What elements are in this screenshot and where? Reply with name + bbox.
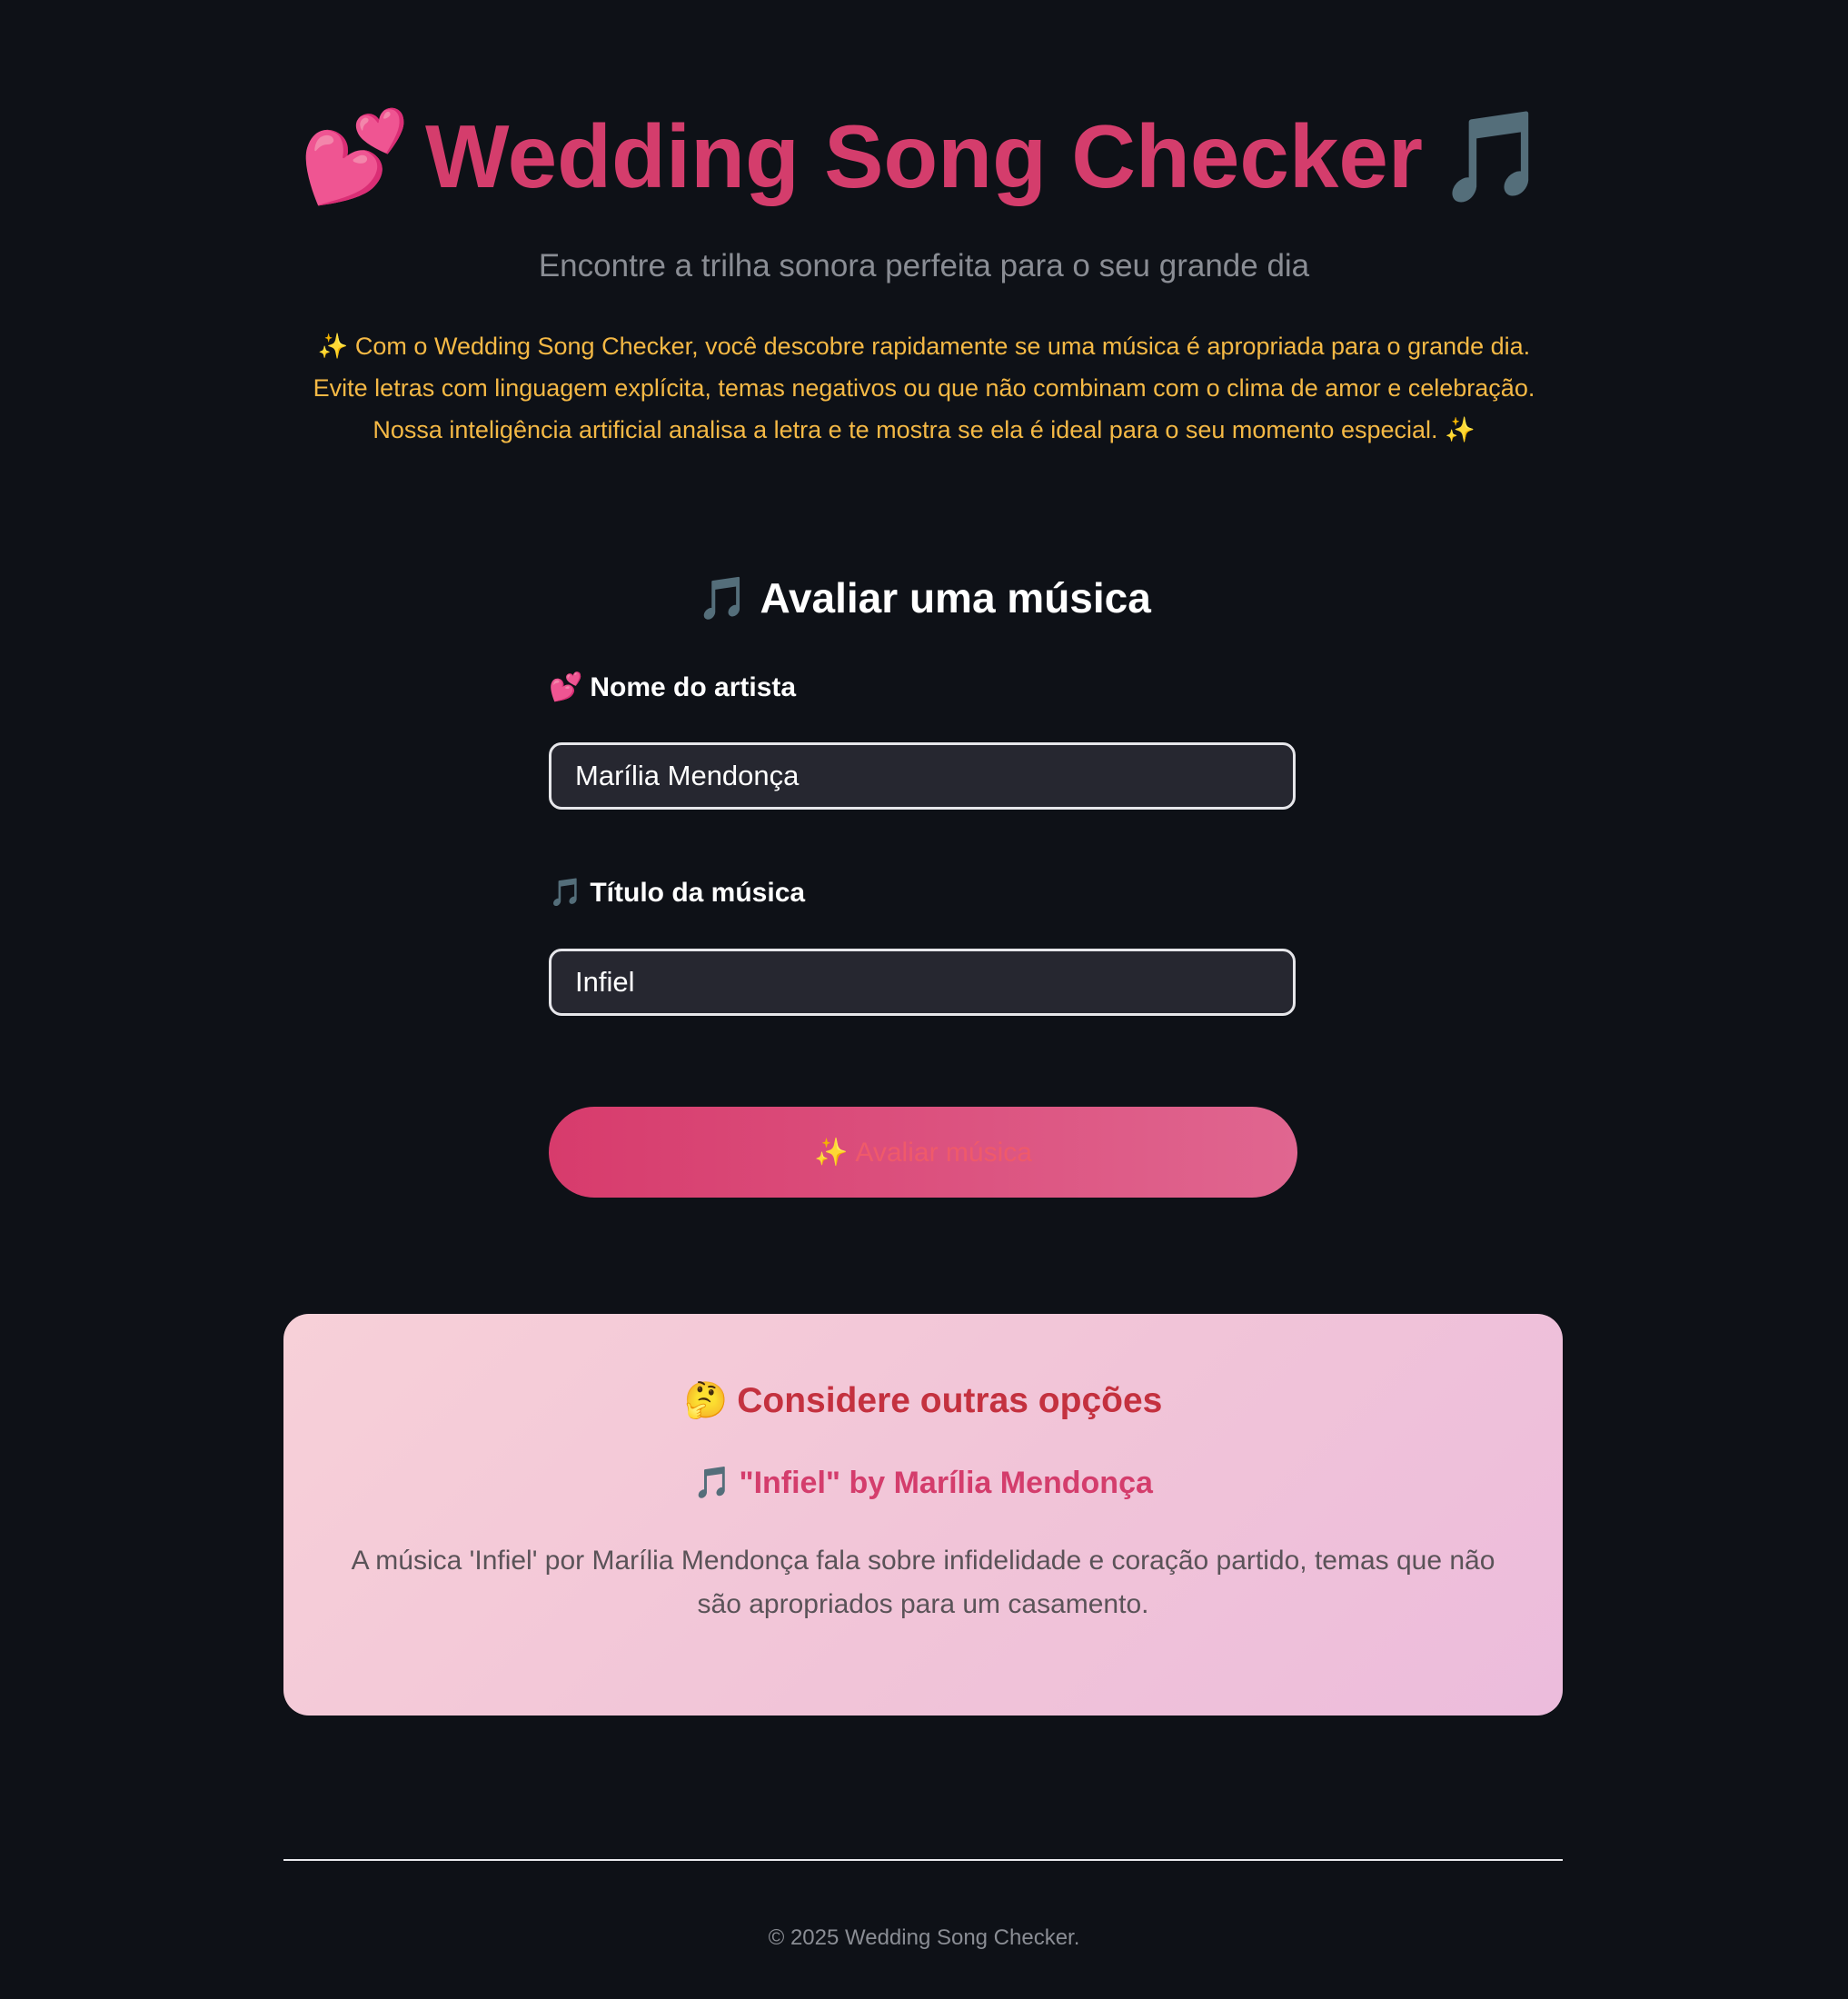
song-title-label-text: Título da música xyxy=(590,878,806,908)
artist-name-input[interactable] xyxy=(549,742,1296,810)
form-heading-text: Avaliar uma música xyxy=(760,574,1151,622)
song-title-input[interactable] xyxy=(549,949,1296,1016)
evaluate-song-button[interactable]: ✨ Avaliar música xyxy=(549,1107,1297,1198)
result-card: 🤔 Considere outras opções 🎵 "Infiel" by Ma… xyxy=(283,1314,1563,1716)
intro-line-3: Nossa inteligência artificial analisa a … xyxy=(373,416,1475,443)
intro-text: ✨ Com o Wedding Song Checker, você desco… xyxy=(273,325,1575,451)
song-title-label: 🎵 Título da música xyxy=(549,875,805,911)
result-song-text: "Infiel" by Marília Mendonça xyxy=(739,1466,1153,1500)
result-title-text: Considere outras opções xyxy=(737,1381,1163,1420)
app-page: 💕 Wedding Song Checker 🎵 Encontre a trilha… xyxy=(0,0,1848,1999)
page-title: 💕 Wedding Song Checker 🎵 xyxy=(0,102,1848,211)
two-hearts-icon: 💕 xyxy=(549,672,583,702)
two-hearts-icon: 💕 xyxy=(299,106,411,206)
footer-divider xyxy=(283,1859,1563,1861)
sparkles-icon: ✨ xyxy=(814,1137,849,1168)
artist-name-label: 💕 Nome do artista xyxy=(549,670,796,706)
music-notes-icon: 🎵 xyxy=(697,574,750,622)
page-subtitle: Encontre a trilha sonora perfeita para o… xyxy=(538,248,1310,283)
thinking-face-icon: 🤔 xyxy=(683,1381,729,1420)
footer-text: © 2025 Wedding Song Checker. xyxy=(768,1925,1080,1950)
artist-name-label-text: Nome do artista xyxy=(590,672,797,702)
result-description: A música 'Infiel' por Marília Mendonça f… xyxy=(351,1546,1495,1619)
page-title-text: Wedding Song Checker xyxy=(424,106,1424,206)
music-notes-icon: 🎵 xyxy=(1437,106,1549,206)
form-heading: 🎵 Avaliar uma música xyxy=(0,571,1848,625)
music-note-icon: 🎵 xyxy=(693,1466,732,1500)
evaluate-song-button-label: Avaliar música xyxy=(855,1137,1032,1168)
intro-line-1: ✨ Com o Wedding Song Checker, você desco… xyxy=(317,333,1531,360)
intro-line-2: Evite letras com linguagem explícita, te… xyxy=(313,374,1535,402)
result-song: 🎵 "Infiel" by Marília Mendonça xyxy=(283,1463,1563,1503)
music-note-icon: 🎵 xyxy=(549,878,583,908)
result-title: 🤔 Considere outras opções xyxy=(283,1377,1563,1425)
